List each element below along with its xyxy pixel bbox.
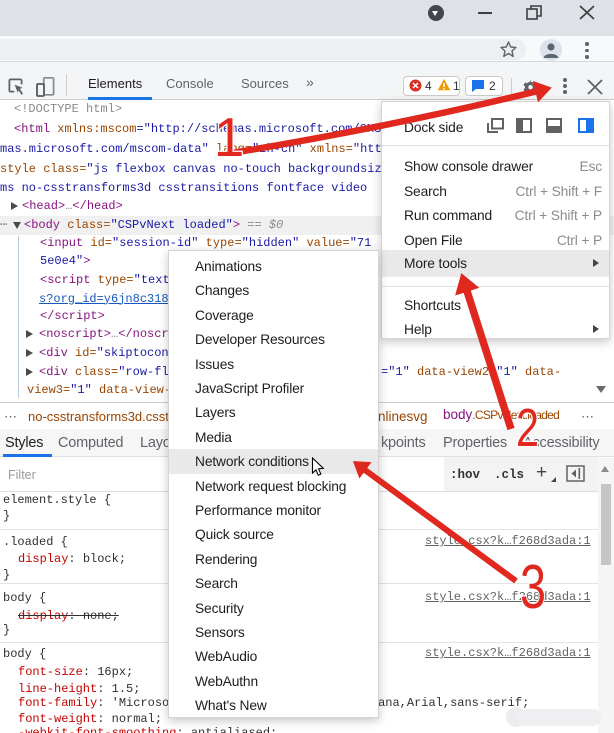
svg-text:3: 3	[520, 553, 546, 622]
